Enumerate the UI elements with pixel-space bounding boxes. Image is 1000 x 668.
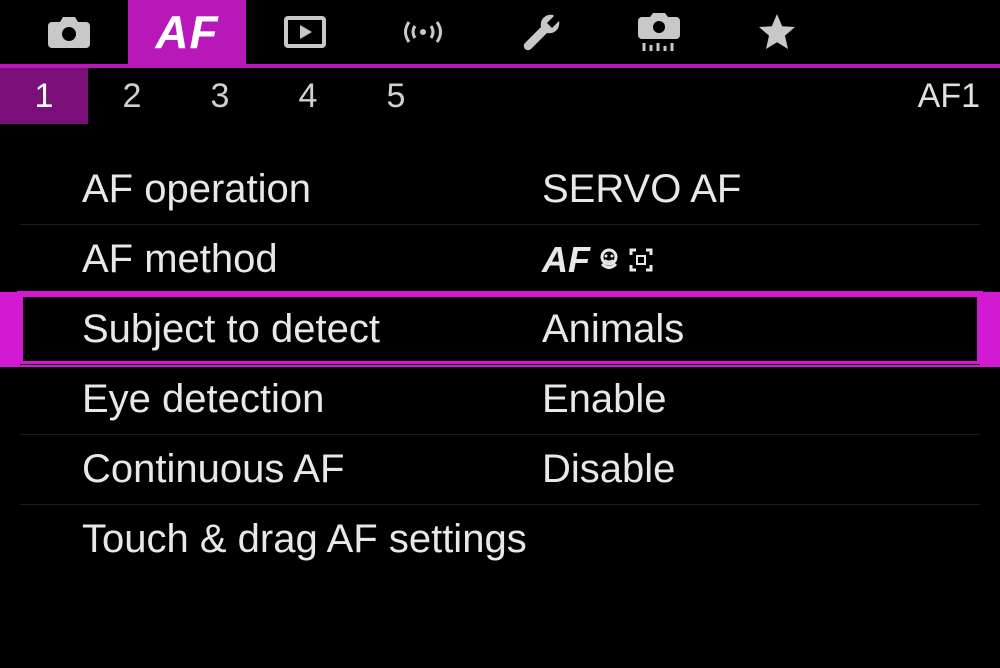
setting-subject-to-detect[interactable]: Subject to detect Animals <box>20 294 980 364</box>
af-tab-label: AF <box>155 5 218 59</box>
setting-label: Subject to detect <box>82 307 542 352</box>
setting-value: SERVO AF <box>542 167 930 212</box>
sub-tab-3[interactable]: 3 <box>176 68 264 124</box>
wireless-icon <box>398 14 448 50</box>
tab-setup[interactable] <box>482 0 600 64</box>
setting-label: Eye detection <box>82 377 542 422</box>
setting-continuous-af[interactable]: Continuous AF Disable <box>20 434 980 504</box>
setting-label: Continuous AF <box>82 447 542 492</box>
setting-value: Enable <box>542 377 930 422</box>
setting-label: AF method <box>82 237 542 282</box>
setting-value: AF <box>542 239 930 281</box>
settings-list: AF operation SERVO AF AF method AF <box>0 124 1000 574</box>
main-tab-bar: AF <box>0 0 1000 68</box>
setting-touch-drag-af[interactable]: Touch & drag AF settings <box>20 504 980 574</box>
af-method-text: AF <box>542 239 590 281</box>
tab-shooting[interactable] <box>10 0 128 64</box>
setting-af-operation[interactable]: AF operation SERVO AF <box>20 154 980 224</box>
page-indicator: AF1 <box>918 68 980 124</box>
sub-tab-1[interactable]: 1 <box>0 68 88 124</box>
tab-custom[interactable] <box>600 0 718 64</box>
sub-tab-5[interactable]: 5 <box>352 68 440 124</box>
setting-eye-detection[interactable]: Eye detection Enable <box>20 364 980 434</box>
face-icon <box>596 247 622 273</box>
setting-value: Animals <box>542 307 930 352</box>
setting-af-method[interactable]: AF method AF <box>20 224 980 294</box>
wrench-icon <box>520 11 562 53</box>
tab-af[interactable]: AF <box>128 0 246 64</box>
sub-tab-4[interactable]: 4 <box>264 68 352 124</box>
camera-icon <box>46 14 92 50</box>
tab-playback[interactable] <box>246 0 364 64</box>
setting-label: AF operation <box>82 167 542 212</box>
sub-tab-2[interactable]: 2 <box>88 68 176 124</box>
tab-mymenu[interactable] <box>718 0 836 64</box>
setting-value: Disable <box>542 447 930 492</box>
tracking-frame-icon <box>628 247 654 273</box>
custom-camera-icon <box>636 11 682 53</box>
tab-wireless[interactable] <box>364 0 482 64</box>
star-icon <box>756 11 798 53</box>
sub-tab-bar: 1 2 3 4 5 AF1 <box>0 68 1000 124</box>
playback-icon <box>282 14 328 50</box>
setting-label: Touch & drag AF settings <box>82 517 542 562</box>
